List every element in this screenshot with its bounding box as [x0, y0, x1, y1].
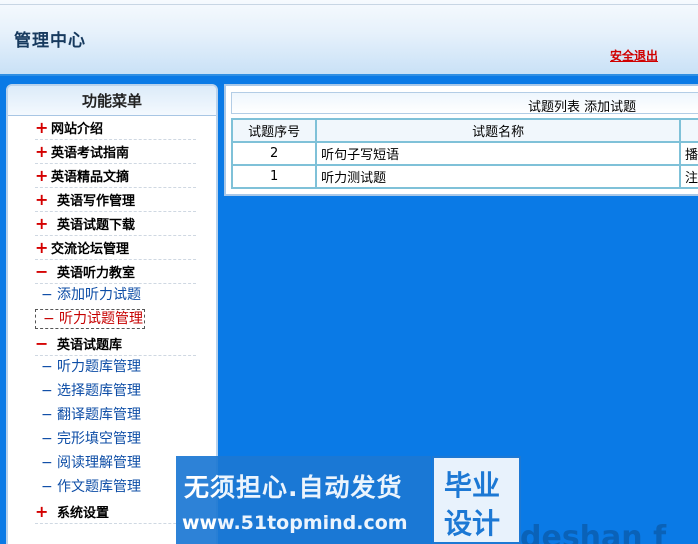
watermark-line1: 无须担心.自动发货: [184, 473, 403, 502]
sidebar-item[interactable]: − 英语听力教室: [35, 260, 196, 284]
sidebar-item[interactable]: − 翻译题库管理: [35, 404, 196, 428]
table-toolbar: 试题列表 添加试题: [231, 92, 698, 115]
sidebar-item-label: 系统设置: [57, 506, 110, 521]
sidebar-item[interactable]: + 交流论坛管理: [35, 236, 196, 260]
sidebar-item[interactable]: − 听力试题管理: [35, 308, 196, 332]
list-label: 试题列表: [528, 100, 581, 115]
sidebar-item[interactable]: − 听力题库管理: [35, 356, 196, 380]
page-title: 管理中心: [14, 31, 86, 51]
collapse-icon: −: [41, 359, 53, 375]
sidebar-item[interactable]: + 英语考试指南: [35, 140, 196, 164]
collapse-icon: −: [35, 334, 49, 353]
sidebar-item-label: 英语试题下载: [57, 218, 136, 233]
sidebar-item[interactable]: − 选择题库管理: [35, 380, 196, 404]
cell-name: 听句子写短语: [315, 141, 681, 166]
sidebar-item[interactable]: + 网站介绍: [35, 116, 196, 140]
sidebar-item[interactable]: − 完形填空管理: [35, 428, 196, 452]
sidebar-item-label: 网站介绍: [51, 122, 104, 137]
sidebar-item-label: 作文题库管理: [57, 479, 141, 495]
watermark-line2: www.51topmind.com: [182, 512, 408, 534]
active-item-focus: − 听力试题管理: [35, 309, 145, 329]
collapse-icon: −: [41, 407, 53, 423]
sidebar-item-label: 英语写作管理: [57, 194, 136, 209]
cell-extra[interactable]: 注: [678, 164, 698, 189]
sidebar-item[interactable]: + 英语精品文摘: [35, 164, 196, 188]
cell-name: 听力测试题: [315, 164, 681, 189]
collapse-icon: −: [41, 455, 53, 471]
expand-icon: +: [35, 502, 49, 521]
watermark-badge-line1: 毕业: [444, 469, 501, 502]
sidebar-item-label: 翻译题库管理: [57, 407, 141, 423]
collapse-icon: −: [43, 311, 55, 327]
sidebar-item[interactable]: − 作文题库管理: [35, 476, 196, 500]
sidebar-item-label: 添加听力试题: [57, 287, 141, 303]
cell-id: 2: [230, 141, 318, 166]
column-header-extra: [678, 118, 698, 143]
expand-icon: +: [35, 190, 49, 209]
watermark-overlay: 无须担心.自动发货 www.51topmind.com 毕业 设计: [176, 456, 521, 544]
sidebar-item-label: 完形填空管理: [57, 431, 141, 447]
sidebar-title: 功能菜单: [8, 86, 216, 116]
sidebar-item[interactable]: − 阅读理解管理: [35, 452, 196, 476]
sidebar-item[interactable]: − 添加听力试题: [35, 284, 196, 308]
sidebar-item[interactable]: + 系统设置: [35, 500, 196, 524]
column-header-name: 试题名称: [315, 118, 681, 143]
header-bar: 管理中心 安全退出: [0, 0, 698, 76]
header-divider: [0, 4, 698, 5]
expand-icon: +: [35, 166, 49, 185]
sidebar-item-label: 英语考试指南: [51, 146, 130, 161]
sidebar-item-label: 交流论坛管理: [51, 242, 130, 257]
question-table: 试题序号 试题名称 2 听句子写短语 播 1 听力测试题 注: [230, 118, 698, 189]
sidebar-item[interactable]: + 英语写作管理: [35, 188, 196, 212]
sidebar-item[interactable]: + 英语试题下载: [35, 212, 196, 236]
logout-link[interactable]: 安全退出: [610, 47, 658, 64]
sidebar-item-label: 选择题库管理: [57, 383, 141, 399]
expand-icon: +: [35, 142, 49, 161]
sidebar-item-label: 英语试题库: [57, 338, 123, 353]
sidebar-item-label: 阅读理解管理: [57, 455, 141, 471]
sidebar-item-label: 英语听力教室: [57, 266, 136, 281]
table-row: 2 听句子写短语 播: [230, 141, 698, 166]
expand-icon: +: [35, 238, 49, 257]
collapse-icon: −: [41, 479, 53, 495]
watermark-badge-line2: 设计: [444, 507, 501, 540]
collapse-icon: −: [41, 287, 53, 303]
add-question-link[interactable]: 添加试题: [584, 100, 636, 115]
watermark-badge: 毕业 设计: [432, 456, 521, 544]
cell-id: 1: [230, 164, 318, 189]
sidebar-item-label: 听力题库管理: [57, 359, 141, 375]
collapse-icon: −: [41, 431, 53, 447]
table-header-row: 试题序号 试题名称: [230, 118, 698, 143]
watermark-banner: 无须担心.自动发货 www.51topmind.com: [176, 456, 431, 544]
collapse-icon: −: [35, 262, 49, 281]
column-header-id: 试题序号: [230, 118, 318, 143]
sidebar-item-label: 英语精品文摘: [51, 170, 130, 185]
sidebar-item[interactable]: − 英语试题库: [35, 332, 196, 356]
watermark-ghost-text: deshan f: [520, 520, 667, 544]
sidebar-item-label: 听力试题管理: [59, 311, 143, 327]
main-panel: 试题列表 添加试题 试题序号 试题名称 2 听句子写短语 播 1 听力测试题 注: [224, 84, 698, 196]
expand-icon: +: [35, 118, 49, 137]
expand-icon: +: [35, 214, 49, 233]
cell-extra[interactable]: 播: [678, 141, 698, 166]
collapse-icon: −: [41, 383, 53, 399]
table-row: 1 听力测试题 注: [230, 164, 698, 189]
